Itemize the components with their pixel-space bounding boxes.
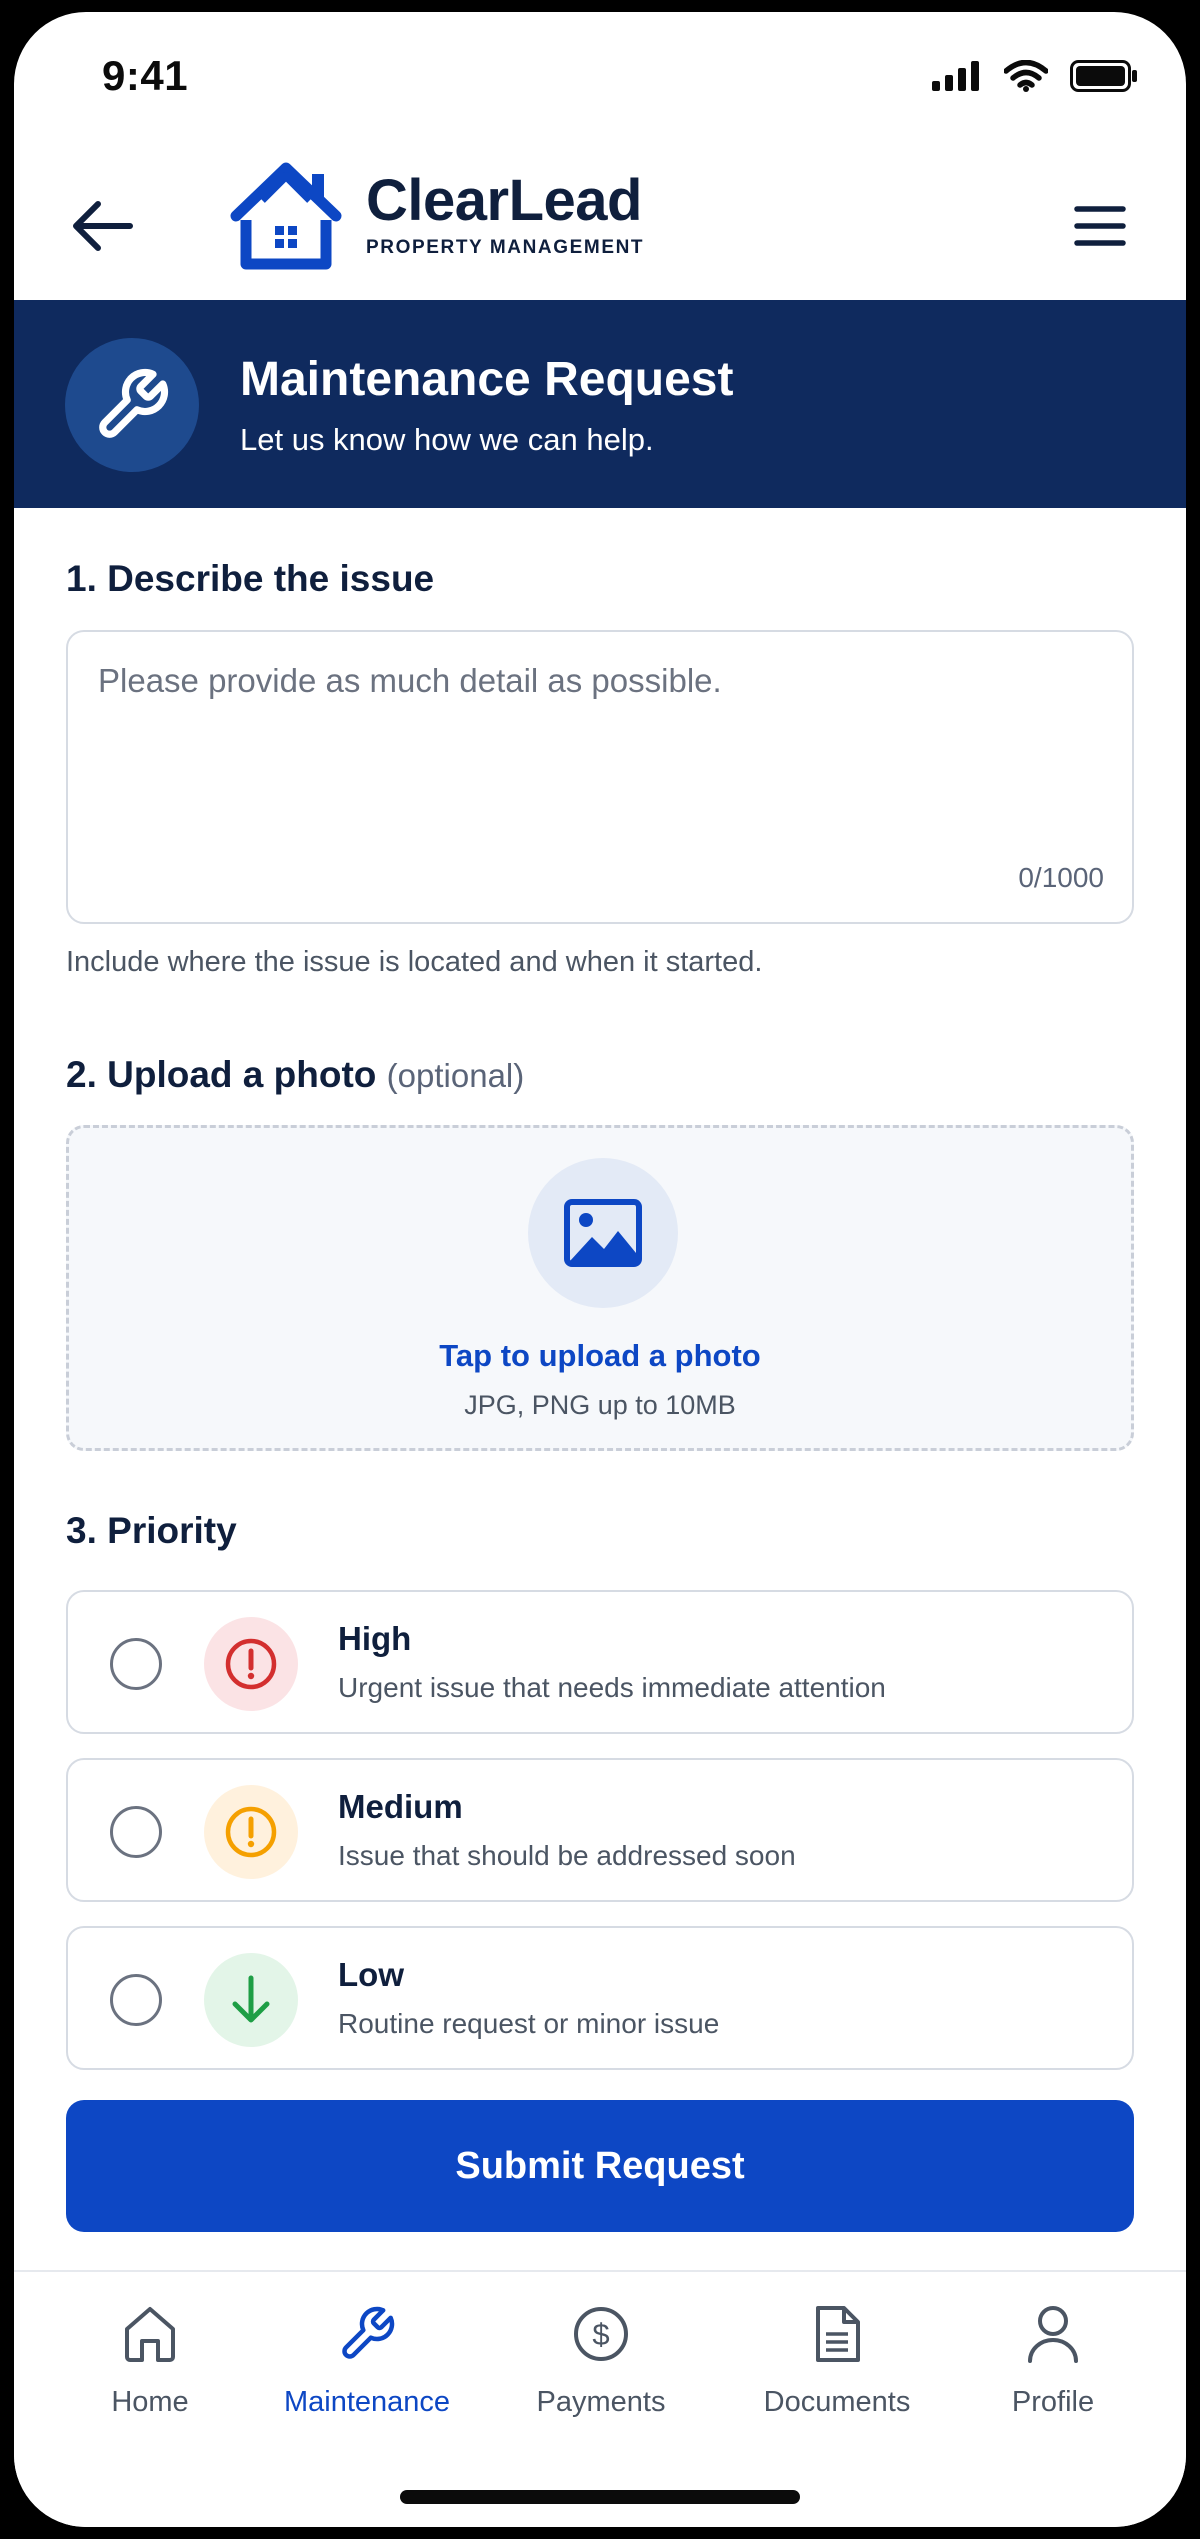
menu-button[interactable]	[1070, 196, 1130, 256]
priority-radio-high[interactable]	[110, 1638, 162, 1690]
upload-file-hint: JPG, PNG up to 10MB	[464, 1390, 736, 1420]
nav-label-payments: Payments	[536, 2386, 666, 2418]
brand-text: ClearLead PROPERTY MANAGEMENT	[366, 171, 644, 259]
submit-request-button[interactable]: Submit Request	[66, 2100, 1134, 2232]
house-logo-icon	[230, 162, 342, 270]
home-indicator	[400, 2490, 800, 2504]
priority-option-high[interactable]: High Urgent issue that needs immediate a…	[66, 1590, 1134, 1734]
priority-radio-low[interactable]	[110, 1974, 162, 2026]
priority-label-high: High	[338, 1620, 412, 1657]
status-icons	[932, 60, 1138, 92]
user-icon	[1021, 2302, 1085, 2366]
brand-name: ClearLead	[366, 168, 642, 233]
page-banner: Maintenance Request Let us know how we c…	[14, 300, 1186, 508]
priority-icon-high-circle	[204, 1617, 298, 1711]
alert-circle-icon	[225, 1638, 277, 1690]
phone-screen: 9:41 ClearLead PROPERTY MANAGEMENT Maint…	[14, 12, 1186, 2527]
wifi-icon	[1004, 60, 1048, 92]
nav-item-profile[interactable]: Profile	[953, 2302, 1153, 2419]
priority-desc-low: Routine request or minor issue	[338, 2008, 720, 2039]
nav-label-maintenance: Maintenance	[283, 2386, 451, 2418]
optional-label: (optional)	[386, 1057, 525, 1094]
brand-logo-group: ClearLead PROPERTY MANAGEMENT	[228, 160, 644, 270]
wrench-icon	[335, 2302, 399, 2366]
priority-label-low: Low	[338, 1956, 404, 1993]
home-icon	[118, 2302, 182, 2366]
nav-item-home[interactable]: Home	[50, 2302, 250, 2419]
nav-label-documents: Documents	[763, 2386, 911, 2418]
arrow-down-icon	[232, 1975, 270, 2023]
status-time: 9:41	[102, 52, 189, 99]
upload-photo-label: Tap to upload a photo	[439, 1338, 761, 1373]
upload-title-text: 2. Upload a photo	[66, 1054, 377, 1095]
describe-section-title: 1. Describe the issue	[66, 558, 435, 599]
svg-text:$: $	[592, 2317, 609, 2352]
upload-icon-circle	[528, 1158, 678, 1308]
page-subtitle: Let us know how we can help.	[240, 422, 654, 457]
nav-label-profile: Profile	[1011, 2386, 1095, 2418]
nav-item-maintenance[interactable]: Maintenance	[267, 2302, 467, 2419]
nav-item-payments[interactable]: $ Payments	[501, 2302, 701, 2419]
photo-upload-dropzone[interactable]: Tap to upload a photo JPG, PNG up to 10M…	[66, 1125, 1134, 1451]
priority-desc-medium: Issue that should be addressed soon	[338, 1840, 796, 1871]
priority-radio-medium[interactable]	[110, 1806, 162, 1858]
priority-option-medium[interactable]: Medium Issue that should be addressed so…	[66, 1758, 1134, 1902]
dollar-circle-icon: $	[569, 2302, 633, 2366]
nav-label-home: Home	[111, 2386, 189, 2418]
priority-icon-low-circle	[204, 1953, 298, 2047]
hamburger-menu-icon	[1074, 206, 1126, 246]
arrow-left-icon	[73, 201, 133, 251]
brand-tagline: PROPERTY MANAGEMENT	[366, 237, 645, 258]
wrench-icon	[99, 368, 169, 438]
priority-label-medium: Medium	[338, 1788, 463, 1825]
banner-icon-circle	[65, 338, 199, 472]
bottom-navigation: Home Maintenance $ Payments Documents Pr…	[14, 2270, 1186, 2527]
cellular-signal-icon	[932, 61, 979, 91]
upload-section-title: 2. Upload a photo (optional)	[66, 1054, 524, 1096]
description-helper-text: Include where the issue is located and w…	[66, 946, 763, 978]
alert-circle-icon	[225, 1806, 277, 1858]
priority-option-low[interactable]: Low Routine request or minor issue	[66, 1926, 1134, 2070]
page-title: Maintenance Request	[240, 353, 734, 406]
character-count: 0/1000	[1018, 862, 1104, 893]
priority-icon-medium-circle	[204, 1785, 298, 1879]
battery-icon	[1070, 60, 1137, 92]
issue-description-input[interactable]	[98, 662, 1098, 862]
app-header: ClearLead PROPERTY MANAGEMENT	[14, 152, 1186, 300]
priority-desc-high: Urgent issue that needs immediate attent…	[338, 1672, 886, 1703]
issue-description-field[interactable]: 0/1000	[66, 630, 1134, 924]
document-icon	[805, 2302, 869, 2366]
image-icon	[564, 1199, 642, 1267]
back-button[interactable]	[64, 192, 140, 260]
nav-item-documents[interactable]: Documents	[737, 2302, 937, 2419]
status-bar: 9:41	[14, 12, 1186, 152]
priority-section-title: 3. Priority	[66, 1510, 237, 1551]
